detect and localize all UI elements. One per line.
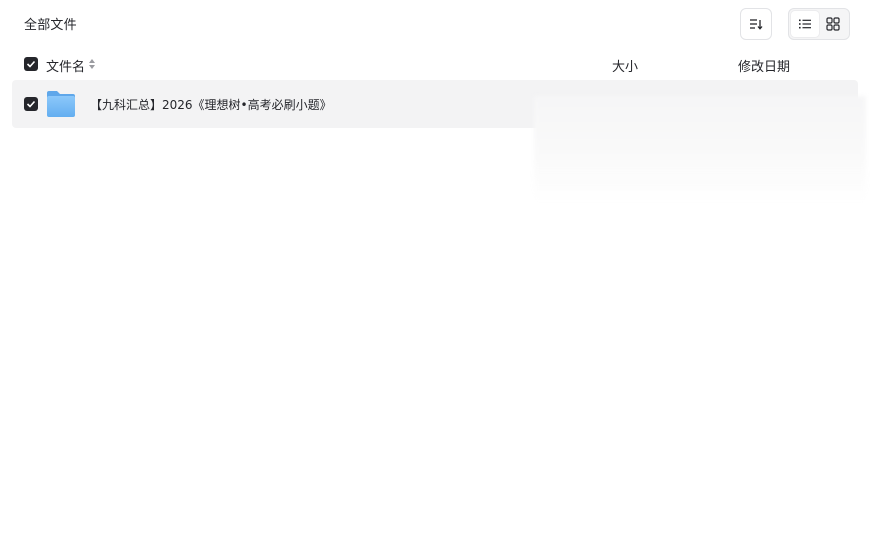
page-title[interactable]: 全部文件 <box>24 14 77 33</box>
sort-button[interactable] <box>740 8 772 40</box>
grid-view-button[interactable] <box>819 11 847 37</box>
list-view-icon <box>799 19 811 29</box>
file-browser: 全部文件 文件名 大小 修改日期 【九科汇总】2026《理想树•高考必刷小题》 <box>0 0 874 538</box>
list-view-button[interactable] <box>791 11 819 37</box>
select-all-checkbox[interactable] <box>24 57 38 71</box>
column-header-modified: 修改日期 <box>738 60 791 75</box>
sort-icon <box>750 19 763 30</box>
top-bar: 全部文件 <box>0 0 874 48</box>
grid-view-icon <box>826 17 840 31</box>
table-header: 文件名 大小 修改日期 <box>12 50 858 78</box>
file-name[interactable]: 【九科汇总】2026《理想树•高考必刷小题》 <box>90 96 332 113</box>
sort-caret-icon[interactable] <box>88 57 96 71</box>
row-checkbox[interactable] <box>24 97 38 111</box>
view-toggle <box>788 8 850 40</box>
folder-icon <box>47 91 75 117</box>
redacted-area <box>534 96 866 202</box>
check-icon <box>26 100 36 108</box>
check-icon <box>26 60 36 68</box>
column-header-size: 大小 <box>612 60 639 75</box>
column-header-name[interactable]: 文件名 <box>46 56 85 75</box>
